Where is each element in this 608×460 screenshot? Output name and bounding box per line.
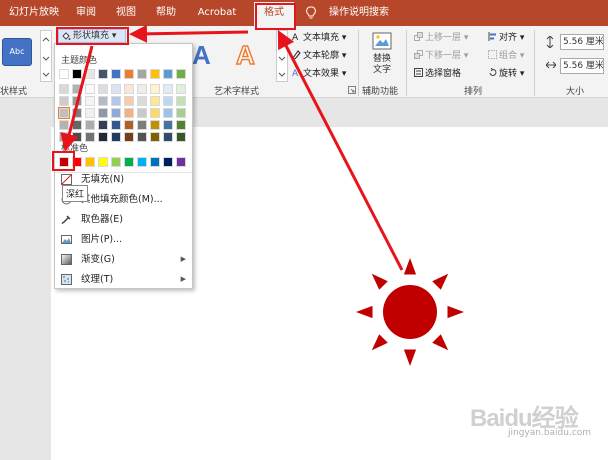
arrow-to-shape-fill	[129, 24, 249, 43]
arrow-from-sun	[277, 30, 404, 271]
arrow-to-dark-red	[60, 45, 94, 152]
baidu-watermark-url: jingyan.baidu.com	[508, 428, 592, 438]
annotation-arrows	[60, 24, 404, 271]
